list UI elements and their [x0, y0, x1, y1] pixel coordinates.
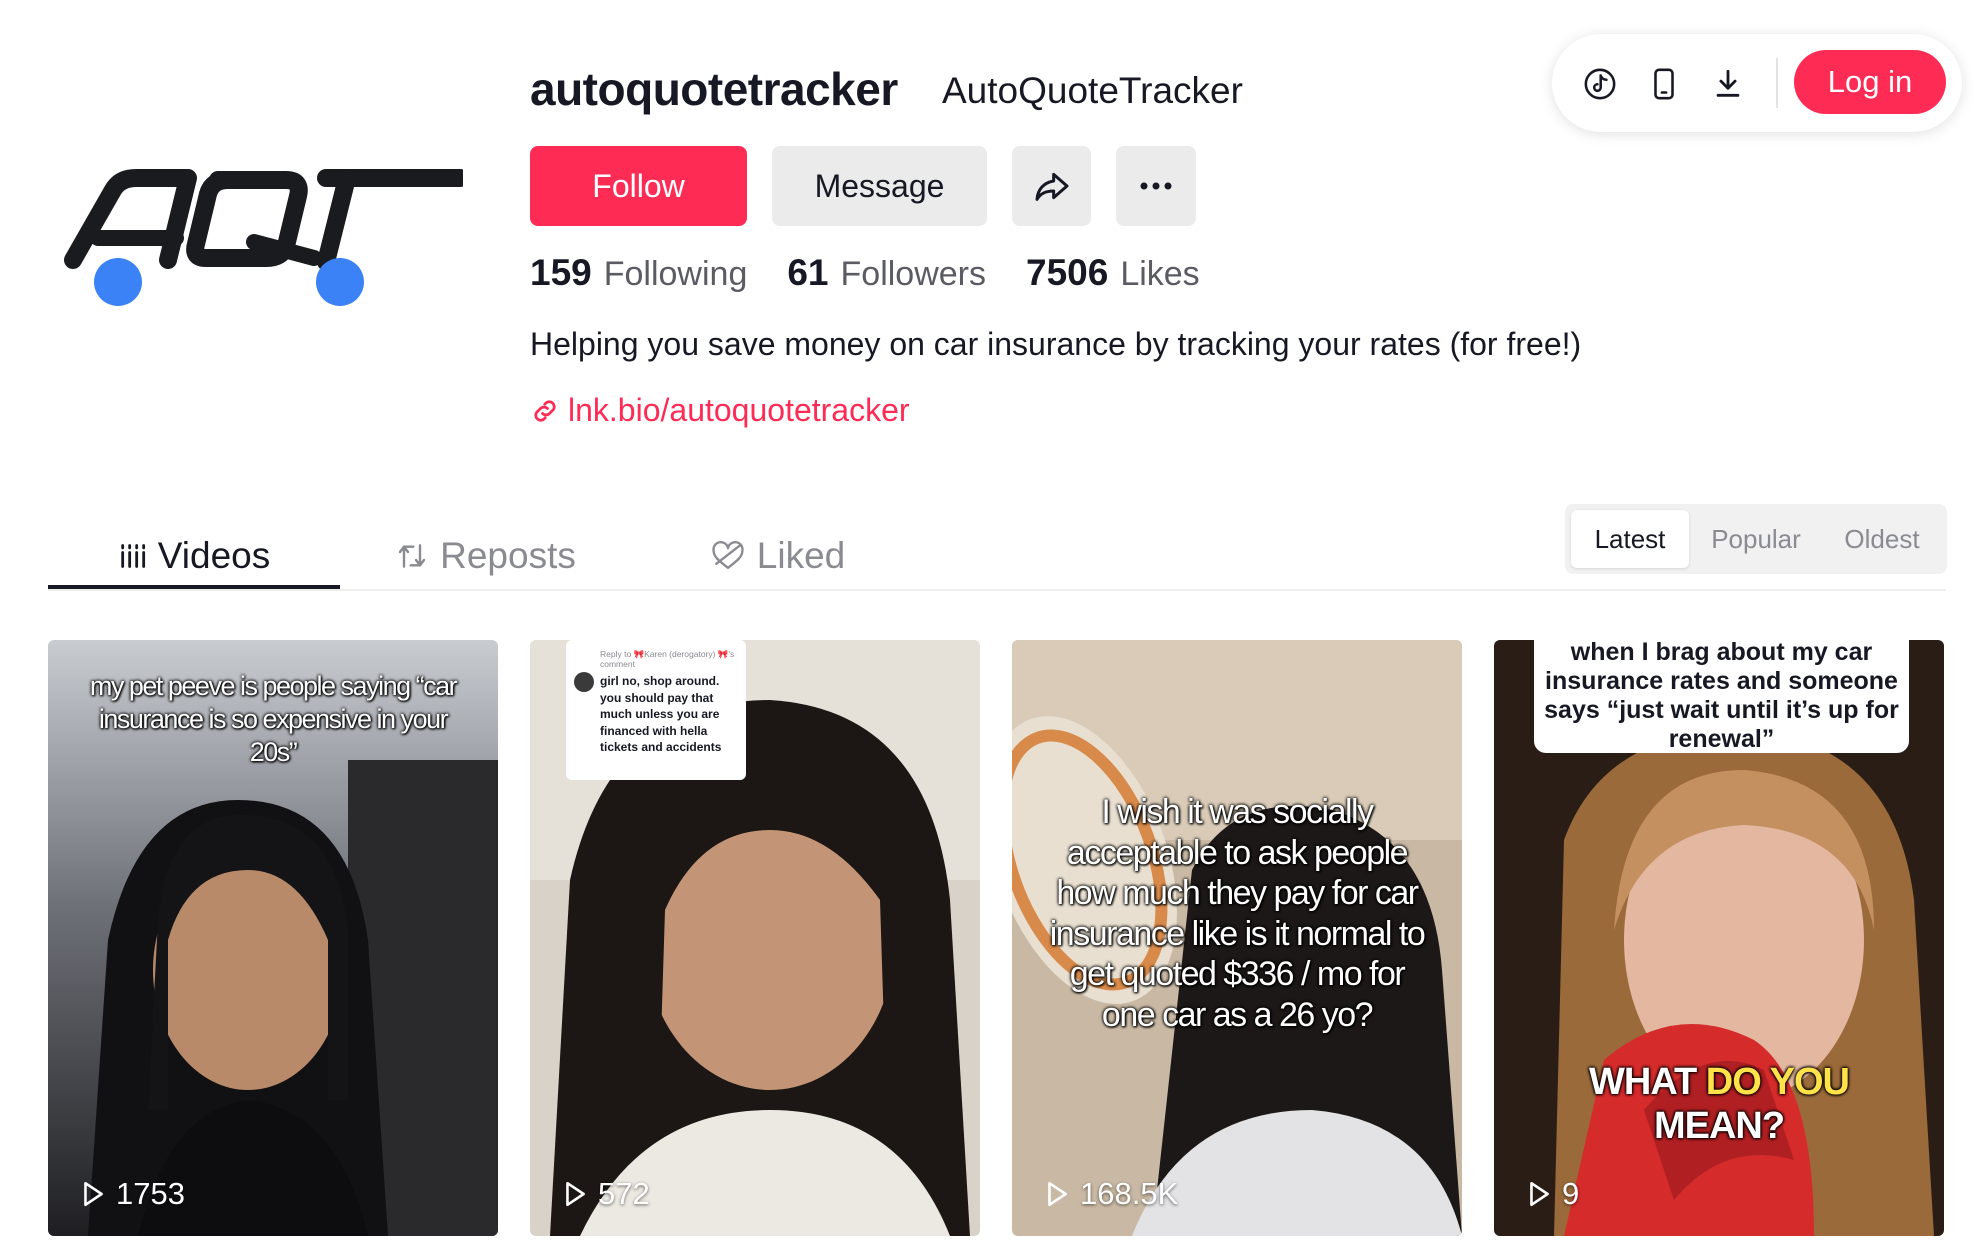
login-button[interactable]: Log in — [1794, 50, 1946, 114]
sort-latest[interactable]: Latest — [1571, 510, 1689, 568]
view-count: 9 — [1526, 1176, 1579, 1212]
profile-stats: 159 Following 61 Followers 7506 Likes — [530, 252, 1200, 294]
stat-followers[interactable]: 61 Followers — [787, 252, 986, 294]
message-button[interactable]: Message — [772, 146, 987, 226]
view-count-text: 572 — [598, 1176, 650, 1211]
tab-liked-label: Liked — [756, 535, 846, 576]
profile-avatar — [58, 150, 469, 325]
share-icon — [1035, 172, 1068, 201]
tabs-divider — [48, 589, 1946, 591]
tab-videos-label: Videos — [157, 535, 271, 576]
video-caption: when I brag about my car insurance rates… — [1544, 640, 1899, 753]
more-icon — [1140, 182, 1172, 190]
repost-icon — [398, 544, 426, 568]
tab-liked[interactable]: Liked — [632, 520, 924, 592]
profile-username: autoquotetracker — [530, 63, 898, 115]
reply-avatar — [574, 672, 594, 692]
video-caption: I wish it was socially acceptable to ask… — [1049, 793, 1426, 1034]
view-count-text: 168.5K — [1080, 1176, 1179, 1211]
likes-count: 7506 — [1026, 252, 1109, 293]
video-card[interactable]: when I brag about my car insurance rates… — [1494, 640, 1944, 1236]
tiktok-icon[interactable] — [1580, 64, 1620, 104]
download-icon[interactable] — [1708, 64, 1748, 104]
video-card[interactable]: Reply to 🎀Karen (derogatory) 🎀's comment… — [530, 640, 980, 1236]
mobile-icon[interactable] — [1644, 64, 1684, 104]
following-count: 159 — [530, 252, 592, 293]
sort-segmented-control: Latest Popular Oldest — [1565, 504, 1947, 574]
likes-label: Likes — [1120, 255, 1200, 293]
video-caption: my pet peeve is people saying “car insur… — [89, 671, 458, 767]
view-count: 168.5K — [1044, 1176, 1178, 1212]
video-subtitle: WHAT DO YOU MEAN? — [1494, 1060, 1944, 1148]
view-count-text: 9 — [1562, 1176, 1580, 1211]
profile-tabs: Videos Reposts Liked — [48, 520, 924, 592]
stat-likes: 7506 Likes — [1026, 252, 1200, 294]
play-icon — [84, 1181, 103, 1207]
stat-following[interactable]: 159 Following — [530, 252, 747, 294]
aqt-logo — [64, 169, 469, 306]
video-card[interactable]: my pet peeve is people saying “car insur… — [48, 640, 498, 1236]
grid-icon — [121, 544, 145, 568]
tab-reposts[interactable]: Reposts — [340, 520, 632, 592]
view-count: 572 — [562, 1176, 650, 1212]
tab-videos[interactable]: Videos — [48, 520, 340, 592]
share-button[interactable] — [1012, 146, 1091, 226]
view-count-text: 1753 — [116, 1176, 185, 1211]
tab-reposts-label: Reposts — [440, 535, 576, 576]
sort-popular[interactable]: Popular — [1697, 510, 1815, 568]
liked-heart-icon — [712, 540, 744, 569]
subtitle-line2: MEAN? — [1653, 1105, 1785, 1147]
subtitle-yellow: DO YOU — [1705, 1061, 1850, 1103]
play-icon — [566, 1181, 585, 1207]
profile-link-text[interactable]: lnk.bio/autoquotetracker — [568, 392, 910, 429]
link-icon — [534, 399, 556, 422]
more-button[interactable] — [1116, 146, 1196, 226]
video-thumbnail — [530, 640, 980, 1236]
profile-link[interactable]: lnk.bio/autoquotetracker — [530, 392, 910, 429]
sort-oldest[interactable]: Oldest — [1823, 510, 1941, 568]
profile-nickname: AutoQuoteTracker — [942, 70, 1243, 111]
reply-comment-text: girl no, shop around. you should pay tha… — [600, 674, 722, 754]
play-icon — [1530, 1181, 1549, 1207]
followers-count: 61 — [787, 252, 829, 293]
view-count: 1753 — [80, 1176, 185, 1212]
follow-button[interactable]: Follow — [530, 146, 747, 226]
video-card[interactable]: I wish it was socially acceptable to ask… — [1012, 640, 1462, 1236]
active-tab-indicator — [48, 585, 340, 589]
profile-bio: Helping you save money on car insurance … — [530, 326, 1582, 362]
reply-header: Reply to 🎀Karen (derogatory) 🎀's comment — [600, 649, 735, 669]
play-icon — [1048, 1181, 1067, 1207]
top-toolbar: Log in — [1552, 34, 1962, 132]
toolbar-divider — [1776, 58, 1778, 108]
followers-label: Followers — [840, 255, 986, 293]
following-label: Following — [603, 255, 748, 293]
subtitle-white: WHAT — [1589, 1061, 1697, 1103]
